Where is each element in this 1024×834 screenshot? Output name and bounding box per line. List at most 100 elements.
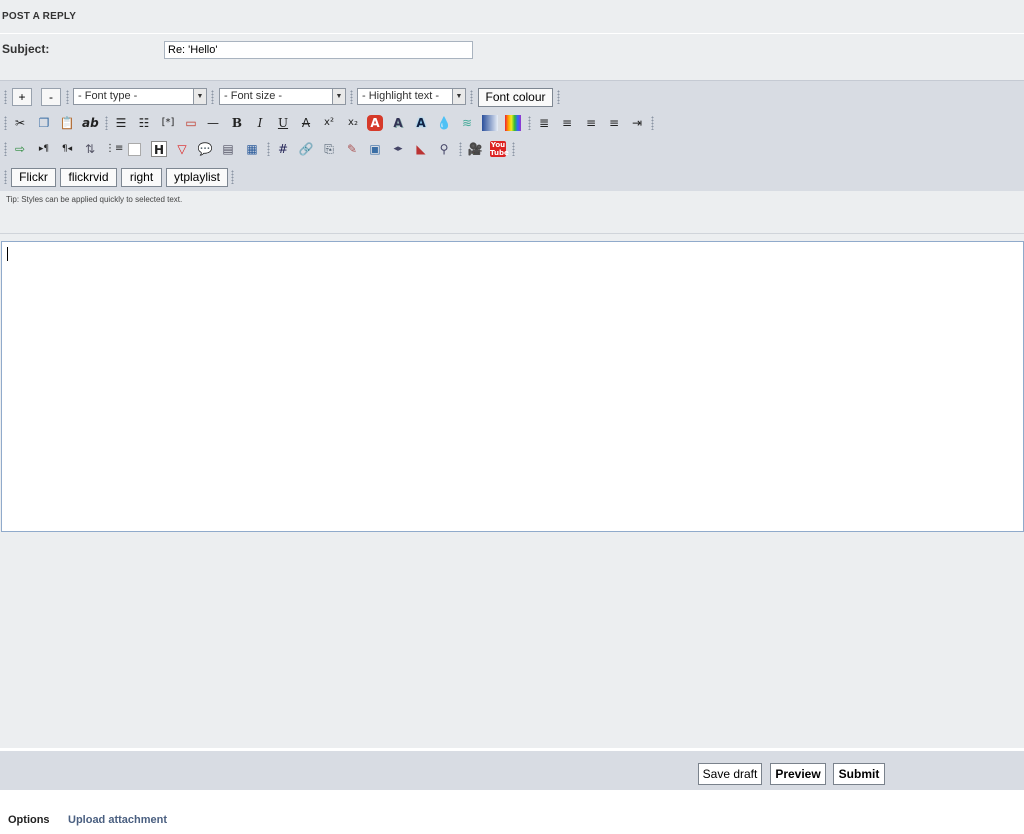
action-bar: Save draft Preview Submit	[0, 748, 1024, 790]
toolbar-grip[interactable]	[231, 170, 234, 184]
flickr-button[interactable]: Flickr	[11, 168, 56, 187]
bold-icon[interactable]: B	[229, 115, 245, 131]
editor-toolbar: + - - Font type - ▼ - Font size - ▼ - Hi…	[0, 80, 1024, 192]
insert-icon[interactable]: ⇨	[12, 141, 28, 157]
toolbar-grip[interactable]	[651, 116, 654, 130]
toolbar-row-1: + - - Font type - ▼ - Font size - ▼ - Hi…	[0, 86, 1024, 108]
font-type-select[interactable]: - Font type - ▼	[73, 88, 207, 105]
offtopic-icon[interactable]: ◣	[413, 141, 429, 157]
font-size-select-value: - Font size -	[224, 90, 283, 102]
numbered-list-icon[interactable]: ☷	[136, 115, 152, 131]
rainbow-icon[interactable]	[505, 115, 521, 131]
tab-upload-attachment[interactable]: Upload attachment	[68, 814, 167, 826]
toolbar-grip[interactable]	[105, 116, 108, 130]
save-draft-button[interactable]: Save draft	[698, 763, 762, 785]
toolbar-row-3: ⇨ ▸¶ ¶◂ ⇅ ⋮≡ H ▽ 💬 ▤ ▦ # 🔗 ⎘ ✎ ▣ ◂▸ ◣ ⚲ …	[0, 138, 1024, 160]
tip-area: Tip: Styles can be applied quickly to se…	[0, 191, 1024, 234]
table-icon[interactable]: ▦	[244, 141, 260, 157]
rtl-icon[interactable]: ¶◂	[59, 141, 75, 157]
align-left-icon[interactable]: ≡	[559, 115, 575, 131]
header-divider	[0, 33, 1024, 34]
decrease-size-button[interactable]: -	[41, 88, 61, 106]
bullet-list-icon[interactable]: ☰	[113, 115, 129, 131]
subject-label: Subject:	[2, 42, 50, 56]
flash-icon[interactable]: ✎	[344, 141, 360, 157]
toolbar-grip[interactable]	[4, 90, 7, 104]
search-icon[interactable]: ⚲	[436, 141, 452, 157]
toolbar-grip[interactable]	[470, 90, 473, 104]
font-type-select-value: - Font type -	[78, 90, 138, 102]
text-caret	[7, 247, 8, 261]
highlight-select-value: - Highlight text -	[362, 90, 440, 102]
blank-icon[interactable]	[128, 143, 141, 156]
anchor-icon[interactable]: #	[275, 141, 291, 157]
ytplaylist-button[interactable]: ytplaylist	[166, 168, 228, 187]
link-icon[interactable]: 🔗	[298, 141, 314, 157]
sub-list-icon[interactable]: ⋮≡	[105, 141, 123, 157]
toolbar-grip[interactable]	[211, 90, 214, 104]
subscript-icon[interactable]: x₂	[345, 115, 361, 131]
indent-icon[interactable]: ⇥	[629, 115, 645, 131]
increase-size-button[interactable]: +	[12, 88, 32, 106]
highlight-select[interactable]: - Highlight text - ▼	[357, 88, 466, 105]
list-item-icon[interactable]: [*]	[160, 115, 176, 131]
justify-icon[interactable]: ≣	[536, 115, 552, 131]
font-size-select[interactable]: - Font size - ▼	[219, 88, 346, 105]
attach-icon[interactable]: ⎘	[321, 141, 337, 157]
move-icon[interactable]: ⇅	[82, 141, 98, 157]
drop-icon[interactable]: 💧	[436, 115, 452, 131]
font-colour-button[interactable]: Font colour	[478, 88, 553, 107]
align-right-icon[interactable]: ≡	[606, 115, 622, 131]
toolbar-grip[interactable]	[528, 116, 531, 130]
superscript-icon[interactable]: x²	[321, 115, 337, 131]
message-textarea[interactable]	[1, 241, 1024, 532]
youtube-icon[interactable]: You Tube	[490, 141, 509, 157]
toolbar-grip[interactable]	[459, 142, 462, 156]
chevron-down-icon: ▼	[332, 89, 345, 104]
right-button[interactable]: right	[121, 168, 162, 187]
strikethrough-icon[interactable]: A	[298, 115, 314, 131]
gradient-icon[interactable]	[482, 115, 498, 131]
toolbar-grip[interactable]	[350, 90, 353, 104]
horizontal-rule-icon[interactable]: —	[205, 115, 221, 131]
preview-button[interactable]: Preview	[770, 763, 826, 785]
toolbar-grip[interactable]	[512, 142, 515, 156]
tip-text: Tip: Styles can be applied quickly to se…	[6, 195, 183, 204]
underline-icon[interactable]: U	[275, 115, 291, 131]
toolbar-row-4: Flickr flickrvid right ytplaylist	[0, 166, 1024, 188]
toolbar-grip[interactable]	[66, 90, 69, 104]
video-icon[interactable]: 🎥	[467, 141, 483, 157]
post-reply-panel: POST A REPLY Subject: + - - Font type - …	[0, 0, 1024, 790]
flickrvid-button[interactable]: flickrvid	[60, 168, 117, 187]
toolbar-grip[interactable]	[4, 142, 7, 156]
toolbar-row-2: ✂ ❐ 📋 ab ☰ ☷ [*] ▭ — B I U A x² x₂ A A A…	[0, 112, 1024, 134]
chevron-down-icon: ▼	[452, 89, 465, 104]
glow-text-icon[interactable]: A	[413, 115, 429, 131]
image-icon[interactable]: ▣	[367, 141, 383, 157]
spellcheck-icon[interactable]: ab	[82, 115, 99, 131]
toolbar-grip[interactable]	[4, 170, 7, 184]
outline-text-icon[interactable]: A	[367, 115, 383, 131]
document-icon[interactable]: ▤	[220, 141, 236, 157]
wave-icon[interactable]: ≋	[459, 115, 475, 131]
subject-input[interactable]	[164, 41, 473, 59]
quote-bubble-icon[interactable]: 💬	[197, 141, 213, 157]
toolbar-grip[interactable]	[4, 116, 7, 130]
heading-icon[interactable]: H	[151, 141, 167, 157]
paste-icon[interactable]: 📋	[59, 115, 75, 131]
copy-icon[interactable]: ❐	[36, 115, 52, 131]
cut-icon[interactable]: ✂	[12, 115, 28, 131]
code-icon[interactable]: ▭	[183, 115, 199, 131]
italic-icon[interactable]: I	[252, 115, 268, 131]
media-icon[interactable]: ◂▸	[390, 141, 406, 157]
submit-button[interactable]: Submit	[833, 763, 885, 785]
toolbar-grip[interactable]	[557, 90, 560, 104]
align-center-icon[interactable]: ≡	[583, 115, 599, 131]
page-title: POST A REPLY	[2, 11, 77, 22]
ltr-icon[interactable]: ▸¶	[36, 141, 52, 157]
tab-options[interactable]: Options	[8, 814, 50, 826]
spoiler-icon[interactable]: ▽	[174, 141, 190, 157]
post-options-tabs: Options Upload attachment	[0, 790, 1024, 834]
toolbar-grip[interactable]	[267, 142, 270, 156]
shadow-text-icon[interactable]: A	[390, 115, 406, 131]
